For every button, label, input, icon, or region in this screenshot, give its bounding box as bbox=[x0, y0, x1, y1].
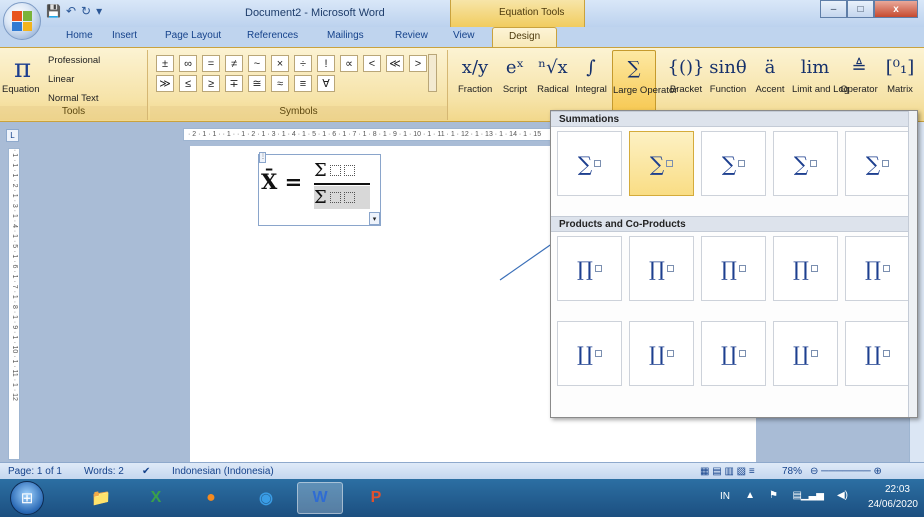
clock-time[interactable]: 22:03 bbox=[885, 484, 910, 495]
gallery-operator-item[interactable]: ∑ bbox=[845, 131, 910, 196]
gallery-operator-item[interactable]: ∏ bbox=[629, 236, 694, 301]
placeholder-box bbox=[810, 160, 818, 167]
operator-symbol: ∏ bbox=[649, 256, 665, 281]
powerpoint-app-icon[interactable]: P bbox=[353, 482, 399, 514]
placeholder-box bbox=[738, 350, 746, 357]
zoom-level[interactable]: 78% bbox=[782, 466, 802, 477]
operator-symbol: ∐ bbox=[649, 341, 665, 366]
placeholder-box bbox=[594, 160, 602, 167]
large-operator-gallery: Summations ∑ ∑ ∑ ∑ ∑ Products and Co-Products ∏… bbox=[550, 110, 918, 418]
placeholder-box bbox=[738, 160, 746, 167]
excel-app-icon[interactable]: X bbox=[133, 482, 179, 514]
placeholder-box bbox=[810, 265, 818, 272]
operator-symbol: ∐ bbox=[793, 341, 809, 366]
placeholder-box bbox=[810, 350, 818, 357]
gallery-section-header: Summations bbox=[551, 111, 909, 127]
placeholder-box bbox=[882, 265, 890, 272]
start-button[interactable]: ⊞ bbox=[10, 481, 44, 515]
operator-symbol: ∏ bbox=[721, 256, 737, 281]
placeholder-box bbox=[594, 350, 602, 357]
gallery-operator-item[interactable]: ∑ bbox=[773, 131, 838, 196]
proofing-icon[interactable]: ✔ bbox=[142, 466, 150, 477]
gallery-operator-item[interactable]: ∑ bbox=[557, 131, 622, 196]
placeholder-box bbox=[882, 350, 890, 357]
operator-symbol: ∏ bbox=[793, 256, 809, 281]
language-status[interactable]: Indonesian (Indonesia) bbox=[172, 466, 274, 477]
input-language[interactable]: IN bbox=[720, 491, 730, 502]
gallery-operator-item[interactable]: ∏ bbox=[557, 236, 622, 301]
operator-symbol: ∐ bbox=[865, 341, 881, 366]
operator-symbol: ∏ bbox=[577, 256, 593, 281]
chrome-app-icon[interactable]: ◉ bbox=[243, 482, 289, 514]
explorer-app-icon[interactable]: 📁 bbox=[78, 482, 124, 514]
gallery-section-header: Products and Co-Products bbox=[551, 216, 909, 232]
gallery-operator-item[interactable]: ∐ bbox=[773, 321, 838, 386]
volume-icon[interactable]: ◀) bbox=[837, 490, 848, 501]
placeholder-box bbox=[882, 160, 890, 167]
gallery-operator-item[interactable]: ∐ bbox=[701, 321, 766, 386]
status-bar: Page: 1 of 1 Words: 2 ✔ Indonesian (Indo… bbox=[0, 462, 924, 479]
taskbar: ⊞ 📁 X ● ◉ W P IN ▲ ⚑ ▤ ▁▃▅ ◀) 22:03 24/0… bbox=[0, 479, 924, 517]
operator-symbol: ∐ bbox=[577, 341, 593, 366]
placeholder-box bbox=[666, 265, 674, 272]
gallery-operator-item[interactable]: ∑ bbox=[701, 131, 766, 196]
office-button[interactable] bbox=[3, 2, 41, 40]
gallery-operator-item[interactable]: ∐ bbox=[557, 321, 622, 386]
operator-symbol: ∑ bbox=[577, 151, 593, 176]
placeholder-box bbox=[738, 265, 746, 272]
firefox-app-icon[interactable]: ● bbox=[188, 482, 234, 514]
signal-icon[interactable]: ▁▃▅ bbox=[801, 490, 824, 501]
gallery-operator-item[interactable]: ∐ bbox=[629, 321, 694, 386]
office-logo-icon bbox=[12, 11, 32, 31]
gallery-operator-item[interactable]: ∏ bbox=[773, 236, 838, 301]
placeholder-box bbox=[666, 160, 674, 167]
page-count[interactable]: Page: 1 of 1 bbox=[8, 466, 62, 477]
operator-symbol: ∏ bbox=[865, 256, 881, 281]
gallery-operator-item[interactable]: ∏ bbox=[701, 236, 766, 301]
placeholder-box bbox=[594, 265, 602, 272]
word-count[interactable]: Words: 2 bbox=[84, 466, 124, 477]
operator-symbol: ∑ bbox=[721, 151, 737, 176]
operator-symbol: ∑ bbox=[649, 151, 665, 176]
operator-symbol: ∑ bbox=[793, 151, 809, 176]
operator-symbol: ∐ bbox=[721, 341, 737, 366]
zoom-slider[interactable]: ⊖ ─────── ⊕ bbox=[810, 466, 882, 477]
flag-icon[interactable]: ⚑ bbox=[769, 490, 778, 501]
view-buttons[interactable]: ▦ ▤ ▥ ▧ ≡ bbox=[700, 466, 755, 477]
placeholder-box bbox=[666, 350, 674, 357]
gallery-operator-item[interactable]: ∏ bbox=[845, 236, 910, 301]
operator-symbol: ∑ bbox=[865, 151, 881, 176]
show-hidden-icons-icon[interactable]: ▲ bbox=[745, 490, 755, 501]
word-app-icon[interactable]: W bbox=[297, 482, 343, 514]
gallery-scrollbar[interactable] bbox=[908, 111, 917, 417]
gallery-operator-item[interactable]: ∑ bbox=[629, 131, 694, 196]
clock-date[interactable]: 24/06/2020 bbox=[868, 499, 918, 510]
gallery-operator-item[interactable]: ∐ bbox=[845, 321, 910, 386]
